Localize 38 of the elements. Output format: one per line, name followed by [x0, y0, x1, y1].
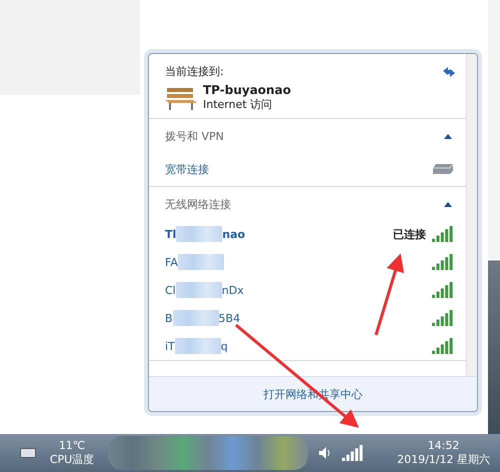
- signal-icon: [432, 254, 454, 270]
- signal-icon: [342, 445, 364, 461]
- network-name[interactable]: B: [165, 312, 173, 324]
- network-name[interactable]: Tl: [165, 228, 176, 240]
- refresh-icon[interactable]: [442, 66, 456, 78]
- network-name[interactable]: Cl: [165, 284, 176, 296]
- network-name[interactable]: q: [220, 340, 228, 352]
- blur-mosaic: [172, 310, 219, 326]
- section-title: 拨号和 VPN: [165, 129, 224, 144]
- connection-link[interactable]: 宽带连接: [165, 162, 209, 176]
- blur-mosaic: [174, 338, 221, 354]
- network-name[interactable]: FA: [165, 256, 178, 268]
- clock-time[interactable]: 14:52: [428, 439, 460, 452]
- scrollbar[interactable]: [466, 54, 477, 376]
- signal-icon: [432, 310, 454, 326]
- speaker-icon[interactable]: [318, 446, 332, 460]
- blur-mosaic: [176, 282, 222, 298]
- signal-icon: [432, 226, 454, 242]
- network-name[interactable]: nDx: [222, 284, 244, 296]
- network-name[interactable]: nao: [222, 228, 246, 240]
- connection-status: 已连接: [393, 226, 426, 242]
- caret-icon[interactable]: [444, 134, 452, 139]
- network-name[interactable]: 5B4: [218, 312, 240, 324]
- signal-icon: [432, 282, 454, 298]
- connection-name: TP-buyaonao: [203, 83, 291, 97]
- current-connection-label: 当前连接到:: [165, 64, 224, 79]
- blur-mosaic: [178, 254, 224, 270]
- blur-mosaic: [176, 226, 222, 242]
- modem-icon: [432, 163, 454, 175]
- clock-date[interactable]: 2019/1/12 星期六: [397, 452, 490, 467]
- caret-icon[interactable]: [444, 202, 452, 207]
- signal-icon: [432, 338, 454, 354]
- temperature-label: CPU温度: [50, 452, 94, 467]
- temperature: 11℃: [58, 439, 86, 452]
- keyboard-icon[interactable]: [20, 448, 36, 458]
- section-title: 无线网络连接: [165, 197, 231, 212]
- network-name[interactable]: iT: [165, 340, 175, 352]
- access-status: Internet 访问: [203, 97, 272, 112]
